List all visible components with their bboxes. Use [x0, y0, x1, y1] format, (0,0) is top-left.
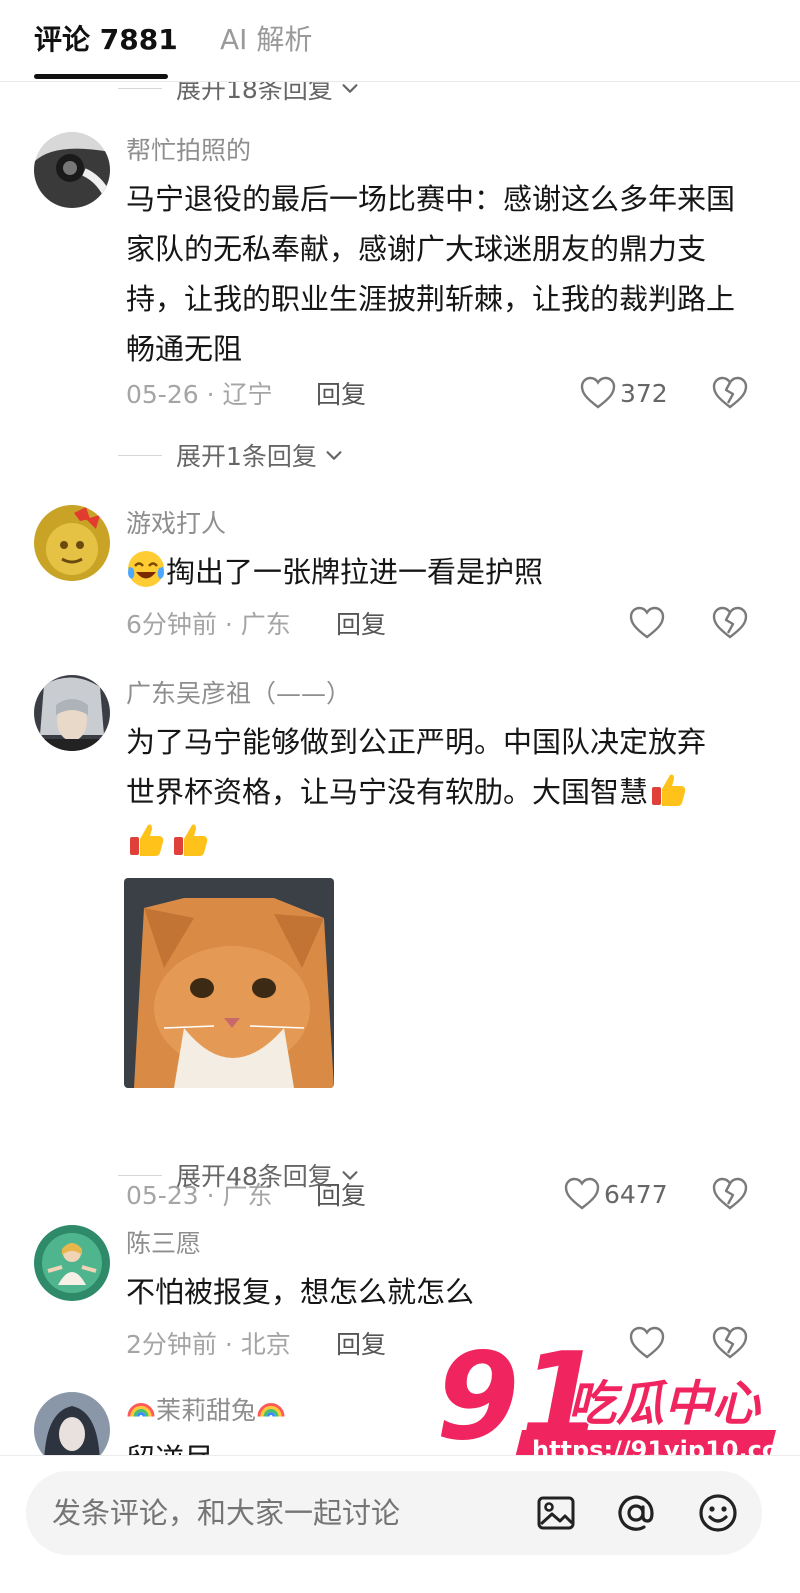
- username: 茉莉甜兔: [156, 1396, 257, 1425]
- username[interactable]: 游戏打人: [126, 507, 226, 541]
- expand-replies-top[interactable]: 展开18条回复: [118, 82, 361, 108]
- comment-list[interactable]: 展开18条回复 帮忙拍照的 马宁退役的最后一场比赛中：感谢这么多年来国家队的无私…: [0, 82, 800, 1475]
- expand-replies-label: 展开48条回复: [176, 1162, 333, 1191]
- watermark-name: 吃瓜中心: [568, 1376, 762, 1432]
- like-count: 6477: [604, 1179, 668, 1209]
- divider-line: [118, 454, 162, 456]
- tab-comments[interactable]: 评论 7881: [34, 22, 178, 58]
- expand-replies-label: 展开18条回复: [176, 82, 333, 104]
- reply-button[interactable]: 回复: [336, 608, 386, 642]
- thumbs-up-emoji-icon: [652, 774, 686, 806]
- heart-icon: [629, 606, 665, 639]
- reply-button[interactable]: 回复: [336, 1328, 386, 1362]
- comment-text: 为了马宁能够做到公正严明。中国队决定放弃 世界杯资格，让马宁没有软肋。大国智慧: [126, 717, 756, 867]
- comment-text: 掏出了一张牌拉进一看是护照: [166, 555, 544, 589]
- avatar[interactable]: [34, 675, 110, 751]
- divider-line: [118, 1174, 162, 1176]
- thumbs-up-emoji-icon: [174, 824, 208, 856]
- avatar[interactable]: [34, 132, 110, 208]
- divider-line: [118, 87, 162, 89]
- chevron-down-icon: [342, 1171, 358, 1180]
- comment-image-cat[interactable]: [124, 878, 334, 1088]
- like-button[interactable]: [629, 606, 665, 640]
- chevron-down-icon: [342, 84, 358, 93]
- chevron-down-icon: [326, 451, 342, 460]
- reply-button[interactable]: 回复: [316, 378, 366, 412]
- comment-text-line: 世界杯资格，让马宁没有软肋。大国智慧: [126, 767, 756, 817]
- expand-replies[interactable]: 展开1条回复: [118, 435, 345, 475]
- image-icon[interactable]: [534, 1491, 578, 1535]
- comment-text-line-content: 世界杯资格，让马宁没有软肋。大国智慧: [126, 775, 649, 809]
- emoji-smile-icon[interactable]: [696, 1491, 740, 1535]
- comment-text-row: 掏出了一张牌拉进一看是护照: [126, 547, 756, 597]
- avatar[interactable]: [34, 1225, 110, 1301]
- username[interactable]: 广东吴彦祖（——）: [126, 677, 351, 711]
- username-row[interactable]: 茉莉甜兔: [126, 1394, 286, 1428]
- expand-replies-label: 展开1条回复: [176, 442, 317, 471]
- thumbs-up-emoji-icon: [130, 824, 164, 856]
- comment-input-placeholder: 发条评论，和大家一起讨论: [52, 1496, 401, 1530]
- dislike-icon[interactable]: [712, 376, 748, 410]
- comment-input-bar: 发条评论，和大家一起讨论: [0, 1455, 800, 1593]
- comment-text: 马宁退役的最后一场比赛中：感谢这么多年来国家队的无私奉献，感谢广大球迷朋友的鼎力…: [126, 182, 736, 366]
- dislike-icon[interactable]: [712, 1177, 748, 1211]
- username[interactable]: 帮忙拍照的: [126, 134, 251, 168]
- like-count: 372: [620, 378, 668, 408]
- avatar[interactable]: [34, 505, 110, 581]
- username[interactable]: 陈三愿: [126, 1227, 201, 1261]
- comment-text-line: [126, 817, 756, 867]
- expand-replies[interactable]: 展开48条回复: [118, 1155, 361, 1195]
- comment-time-location: 6分钟前 · 广东: [126, 610, 291, 639]
- like-button[interactable]: 6477: [564, 1177, 668, 1211]
- dislike-icon[interactable]: [712, 606, 748, 640]
- comment-text: 不怕被报复，想怎么就怎么: [126, 1275, 475, 1309]
- heart-icon: [564, 1177, 600, 1210]
- rainbow-emoji-icon: [257, 1403, 285, 1417]
- laugh-cry-emoji-icon: [128, 551, 164, 587]
- comment-time-location: 2分钟前 · 北京: [126, 1330, 291, 1359]
- tab-ai-analysis[interactable]: AI 解析: [220, 22, 312, 58]
- mention-at-icon[interactable]: [614, 1491, 658, 1535]
- like-button[interactable]: 372: [580, 376, 668, 410]
- heart-icon: [580, 376, 616, 409]
- comment-input[interactable]: 发条评论，和大家一起讨论: [26, 1471, 762, 1555]
- active-tab-indicator: [34, 74, 168, 79]
- rainbow-emoji-icon: [127, 1403, 155, 1417]
- comment-text-line: 为了马宁能够做到公正严明。中国队决定放弃: [126, 725, 707, 759]
- comment-tabs: 评论 7881 AI 解析: [0, 0, 800, 82]
- comment-time-location: 05-26 · 辽宁: [126, 380, 273, 409]
